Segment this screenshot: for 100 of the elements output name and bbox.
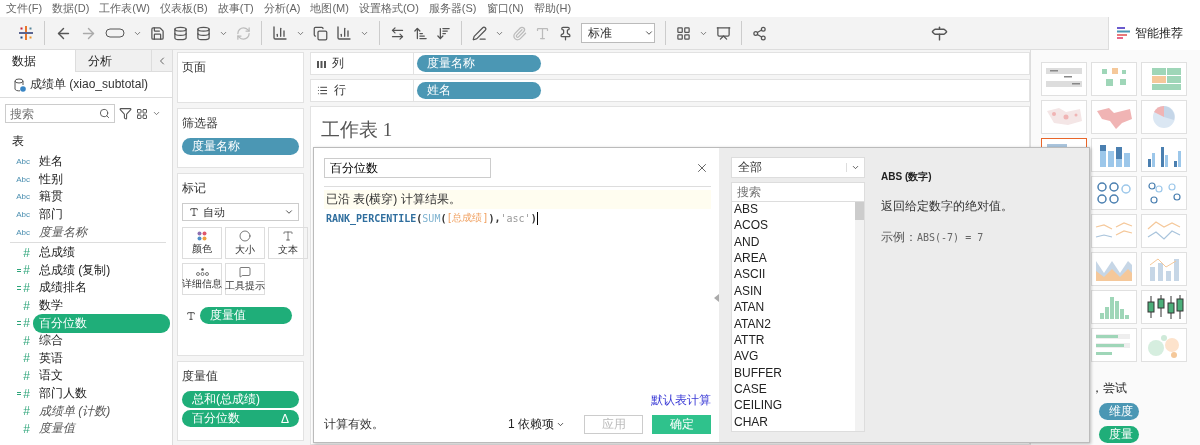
- chart-thumbnail[interactable]: [1091, 252, 1137, 286]
- default-table-calc-link[interactable]: 默认表计算: [651, 392, 711, 409]
- datasource-name[interactable]: 成绩单 (xiao_subtotal): [30, 76, 149, 93]
- menu-item[interactable]: 文件(F): [4, 0, 51, 17]
- function-item[interactable]: CHAR: [734, 414, 855, 431]
- chart-thumbnail[interactable]: [1091, 176, 1137, 210]
- filter-icon[interactable]: [119, 107, 132, 120]
- function-item[interactable]: ATTR: [734, 332, 855, 350]
- mark-button[interactable]: 工具提示: [225, 263, 265, 295]
- bar-list-icon: [1117, 27, 1131, 39]
- menu-item[interactable]: 帮助(H): [531, 0, 580, 17]
- mark-button[interactable]: 文本: [268, 227, 308, 259]
- function-item[interactable]: CASE: [734, 381, 855, 399]
- smart-recommend-tab[interactable]: 智能推荐: [1108, 16, 1200, 50]
- category-select[interactable]: 全部: [731, 157, 865, 178]
- mark-button[interactable]: 大小: [225, 227, 265, 259]
- chart-thumbnail[interactable]: [1141, 214, 1187, 248]
- function-item[interactable]: ASIN: [734, 283, 855, 301]
- chart-thumbnail[interactable]: [1141, 328, 1187, 362]
- menu-item[interactable]: 服务器(S): [426, 0, 485, 17]
- chart-thumbnail[interactable]: [1141, 62, 1187, 96]
- signpost-icon[interactable]: [931, 24, 948, 42]
- duplicate-chart-icon[interactable]: [313, 25, 328, 41]
- function-item[interactable]: ACOS: [734, 218, 855, 235]
- field-name[interactable]: 性别: [33, 169, 69, 189]
- paperclip-icon[interactable]: [512, 25, 527, 41]
- swap-icon[interactable]: [390, 25, 405, 41]
- menu-item[interactable]: 数据(D): [50, 0, 98, 17]
- field-name[interactable]: 部门: [33, 205, 69, 225]
- mark-button[interactable]: 详细信息: [182, 263, 222, 295]
- function-item[interactable]: CEILING: [734, 398, 855, 415]
- formula-text[interactable]: RANK_PERCENTILE(SUM([总成绩]),'asc'): [324, 209, 711, 227]
- collapse-icon[interactable]: [152, 50, 172, 72]
- sort-descending-icon[interactable]: [436, 25, 451, 41]
- function-item[interactable]: ATAN2: [734, 316, 855, 333]
- chart-thumbnail[interactable]: [1141, 100, 1187, 134]
- field-name[interactable]: 综合: [33, 331, 69, 351]
- menu-item[interactable]: 窗口(N): [484, 0, 532, 17]
- field-name[interactable]: 度量值: [33, 419, 81, 439]
- chart-thumbnail[interactable]: [1041, 62, 1087, 96]
- chart-thumbnail[interactable]: [1141, 252, 1187, 286]
- function-search-field[interactable]: 搜索: [731, 182, 865, 202]
- refresh-icon[interactable]: [236, 25, 251, 41]
- field-name[interactable]: 成绩排名: [33, 278, 93, 298]
- chart-thumbnail[interactable]: [1091, 62, 1137, 96]
- menu-item[interactable]: 工作表(W): [97, 0, 159, 17]
- function-item[interactable]: ASCII: [734, 267, 855, 284]
- pen-icon[interactable]: [472, 25, 487, 41]
- fit-select[interactable]: 标准: [581, 23, 655, 43]
- search-field[interactable]: 搜索: [5, 104, 115, 123]
- chart-thumbnail[interactable]: [1091, 138, 1137, 172]
- dependencies-button[interactable]: 1 依赖项: [508, 416, 565, 433]
- field-name[interactable]: 籍贯: [33, 187, 69, 207]
- field-name[interactable]: 成绩单 (计数): [33, 401, 117, 421]
- menu-item[interactable]: 故事(T): [215, 0, 262, 17]
- mark-button[interactable]: 颜色: [182, 227, 222, 259]
- field-name[interactable]: 数学: [33, 296, 69, 316]
- function-item[interactable]: ABS: [734, 202, 855, 219]
- field-name[interactable]: 姓名: [33, 152, 69, 172]
- chart-thumbnail[interactable]: [1141, 176, 1187, 210]
- field-name[interactable]: 语文: [33, 366, 69, 386]
- field-name[interactable]: 总成绩 (复制): [33, 260, 117, 280]
- function-item[interactable]: AVG: [734, 349, 855, 366]
- field-name[interactable]: 度量名称: [33, 222, 93, 242]
- mark-type-select[interactable]: 自动: [182, 203, 299, 221]
- tableau-logo-icon[interactable]: [18, 25, 34, 41]
- pin-icon[interactable]: [558, 25, 573, 41]
- chart-thumbnail[interactable]: [1041, 100, 1087, 134]
- sort-ascending-icon[interactable]: [413, 25, 428, 41]
- database-icon[interactable]: [173, 25, 188, 41]
- chart-thumbnail[interactable]: [1141, 138, 1187, 172]
- pill-shape-icon[interactable]: [105, 28, 125, 38]
- scrollbar-thumb[interactable]: [855, 202, 864, 220]
- save-icon[interactable]: [150, 25, 165, 41]
- chart-thumbnail[interactable]: [1141, 290, 1187, 324]
- text-box-icon[interactable]: [535, 25, 550, 41]
- function-item[interactable]: BUFFER: [734, 365, 855, 382]
- close-icon[interactable]: [695, 161, 709, 175]
- view-grid-icon[interactable]: [136, 107, 148, 120]
- calculation-name-field[interactable]: 百分位数: [324, 158, 491, 178]
- chart-thumbnail[interactable]: [1091, 100, 1137, 134]
- collapse-arrow-icon[interactable]: [714, 294, 719, 302]
- presentation-icon[interactable]: [716, 25, 731, 41]
- chart-thumbnail[interactable]: [1091, 328, 1137, 362]
- share-icon[interactable]: [752, 25, 767, 41]
- function-item[interactable]: ATAN: [734, 300, 855, 317]
- field-name[interactable]: 英语: [33, 348, 69, 368]
- menu-item[interactable]: 分析(A): [261, 0, 309, 17]
- chart-thumbnail[interactable]: [1091, 290, 1137, 324]
- field-name[interactable]: 部门人数: [33, 384, 93, 403]
- function-item[interactable]: AND: [734, 234, 855, 252]
- menu-item[interactable]: 设置格式(O): [356, 0, 427, 17]
- panel-tab[interactable]: 分析: [76, 50, 152, 72]
- field-name[interactable]: 总成绩: [33, 243, 81, 263]
- menu-item[interactable]: 仪表板(B): [158, 0, 216, 17]
- menu-item[interactable]: 地图(M): [308, 0, 357, 17]
- chart-thumbnail[interactable]: [1091, 214, 1137, 248]
- function-item[interactable]: AREA: [734, 251, 855, 268]
- new-chart-icon[interactable]: [272, 25, 288, 41]
- dropdown-caret-icon[interactable]: [152, 109, 161, 118]
